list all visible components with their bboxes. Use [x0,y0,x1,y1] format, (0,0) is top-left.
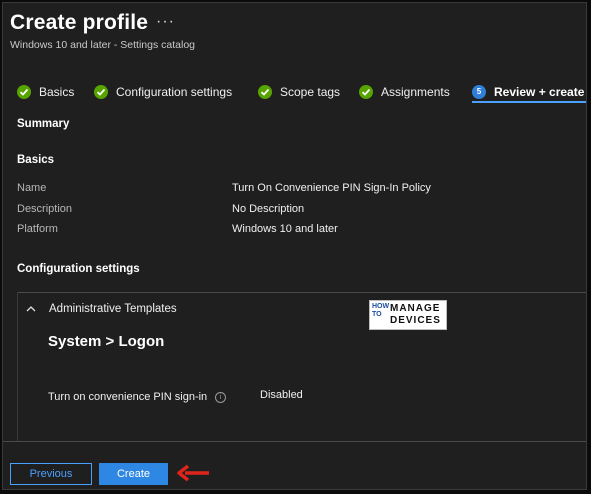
basics-heading: Basics [17,154,55,166]
tab-label: Review + create [494,85,585,99]
divider [3,441,586,442]
chevron-up-icon [26,306,36,312]
name-label: Name [17,182,47,194]
previous-button[interactable]: Previous [10,463,92,485]
summary-heading: Summary [17,118,70,130]
divider [17,292,18,442]
wizard-steps: Basics Configuration settings Scope tags… [3,81,586,103]
divider [17,292,586,293]
platform-value: Windows 10 and later [232,223,338,235]
tab-label: Scope tags [280,85,341,99]
check-icon [17,85,31,99]
step-number-icon: 5 [472,85,486,99]
tab-assignments[interactable]: Assignments [359,81,450,103]
tab-label: Basics [39,85,75,99]
description-label: Description [17,203,73,215]
tab-label: Assignments [381,85,450,99]
setting-value: Disabled [260,389,303,401]
check-icon [94,85,108,99]
logo-manage-devices: MANAGE DEVICES [390,303,441,326]
watermark-logo: HOW TO MANAGE DEVICES [369,300,447,330]
check-icon [359,85,373,99]
description-value: No Description [232,203,305,215]
setting-label: Turn on convenience PIN sign-in [48,391,208,403]
create-profile-panel: Create profile ··· Windows 10 and later … [2,2,587,490]
administrative-templates-toggle[interactable]: Administrative Templates [25,301,177,317]
ellipsis-icon[interactable]: ··· [156,13,175,31]
group-label: Administrative Templates [49,303,177,315]
category-path: System > Logon [48,333,165,350]
logo-how-to: HOW TO [372,303,390,318]
create-button[interactable]: Create [99,463,168,485]
tab-configuration-settings[interactable]: Configuration settings [94,81,232,103]
tab-scope-tags[interactable]: Scope tags [258,81,340,103]
setting-row: Turn on convenience PIN sign-in i [48,391,227,403]
platform-label: Platform [17,223,58,235]
page-subtitle: Windows 10 and later - Settings catalog [10,39,196,51]
name-value: Turn On Convenience PIN Sign-In Policy [232,182,431,194]
tab-review-create[interactable]: 5 Review + create [472,81,584,103]
tab-basics[interactable]: Basics [17,81,74,103]
page-title: Create profile [10,11,149,34]
info-icon[interactable]: i [215,391,227,403]
red-arrow-icon [177,464,209,482]
configuration-settings-heading: Configuration settings [17,263,140,275]
active-tab-indicator [472,101,586,103]
check-icon [258,85,272,99]
tab-label: Configuration settings [116,85,233,99]
